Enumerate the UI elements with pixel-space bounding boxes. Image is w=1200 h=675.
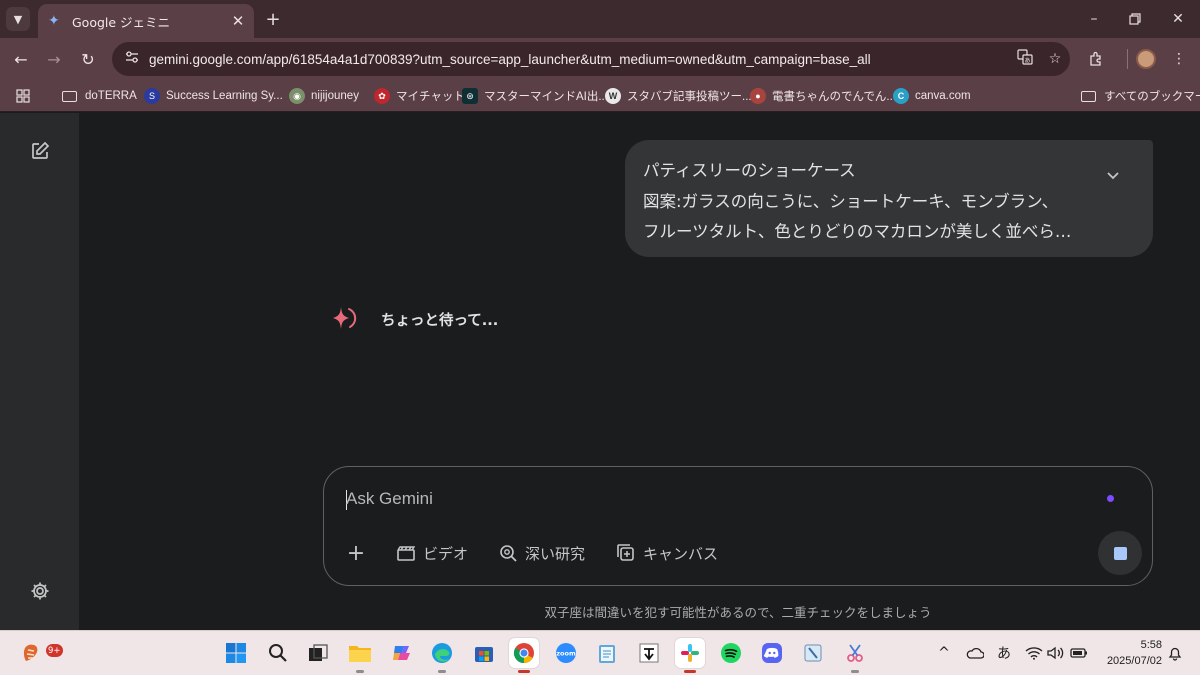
new-tab-button[interactable]: +	[262, 8, 284, 30]
toolbar-separator	[1127, 49, 1128, 69]
battery-icon[interactable]	[1069, 643, 1089, 663]
gemini-app: パティスリーのショーケース 図案:ガラスの向こうに、ショートケーキ、モンブラン、…	[0, 113, 1200, 630]
mic-status-dot	[1107, 495, 1114, 502]
search-icon[interactable]	[263, 638, 293, 668]
task-view-icon[interactable]	[303, 638, 333, 668]
bookmark-denden[interactable]: ● 電書ちゃんのでんでん...	[750, 86, 896, 106]
snipping-tool-icon[interactable]	[840, 638, 870, 673]
gemini-sparkle-icon: ✦	[48, 13, 60, 29]
bookmark-canva[interactable]: Ccanva.com	[893, 86, 971, 106]
denden-icon: ●	[750, 88, 766, 104]
bookmark-nijijouney[interactable]: ◉ nijijouney	[289, 86, 359, 106]
spotify-icon[interactable]	[716, 638, 746, 668]
url-text[interactable]: gemini.google.com/app/61854a4a1d700839?u…	[149, 52, 1010, 67]
bookmark-mastermind[interactable]: ⊛ マスターマインドAI出...	[462, 86, 608, 106]
clock-time: 5:58	[1140, 639, 1162, 651]
mychat-icon: ✿	[374, 88, 390, 104]
more-menu-icon[interactable]: ⋮	[1167, 47, 1191, 71]
tab-strip: ▼ ✦ Google ジェミニ ✕ + – ✕	[0, 0, 1200, 38]
add-file-plus-icon[interactable]: +	[344, 541, 368, 566]
mastermind-icon: ⊛	[462, 88, 478, 104]
disclaimer-text: 双子座は間違いを犯す可能性があるので、二重チェックをしましょう	[544, 605, 932, 620]
bookmarks-bar: doTERRA S Success Learning Sy... ◉ nijijou…	[0, 80, 1200, 112]
tab-title: Google ジェミニ	[72, 14, 171, 30]
notification-badge: 9+	[46, 644, 63, 657]
close-tab-icon[interactable]: ✕	[230, 12, 246, 30]
apps-grid-icon[interactable]	[16, 86, 30, 106]
star-bookmark-icon[interactable]: ☆	[1040, 51, 1070, 67]
folder-icon	[62, 90, 77, 102]
response-status-text: ちょっと待って...	[381, 313, 499, 329]
deep-research-icon	[498, 544, 518, 562]
app-icon-publisher[interactable]	[634, 638, 664, 668]
tool-video-chip[interactable]: ビデオ	[396, 541, 468, 565]
user-message-line: フルーツタルト、色とりどりのマカロンが美しく並べら…	[643, 222, 1072, 241]
edge-icon[interactable]	[427, 638, 457, 673]
chevron-down-icon: ▼	[13, 12, 23, 26]
settings-gear-icon[interactable]	[26, 577, 54, 605]
volume-icon[interactable]	[1046, 643, 1066, 663]
zoom-icon[interactable]: zoom	[551, 638, 581, 668]
reload-icon[interactable]: ↻	[76, 47, 100, 71]
site-info-icon[interactable]	[118, 51, 146, 67]
onedrive-icon[interactable]	[965, 643, 985, 663]
minimize-icon[interactable]: –	[1082, 8, 1106, 30]
windows-start-icon[interactable]	[221, 638, 251, 668]
ime-indicator[interactable]: あ	[994, 643, 1014, 663]
new-chat-edit-icon[interactable]	[26, 137, 54, 165]
svg-text:zoom: zoom	[556, 650, 576, 658]
canvas-icon	[616, 544, 636, 562]
wordpress-icon: W	[605, 88, 621, 104]
discord-icon[interactable]	[757, 638, 787, 668]
stop-generation-button[interactable]	[1098, 531, 1142, 575]
tab-gemini[interactable]: ✦ Google ジェミニ ✕	[38, 4, 254, 38]
browser-toolbar: ← → ↻ gemini.google.com/app/61854a4a1d70…	[0, 38, 1200, 80]
microsoft-store-icon[interactable]	[469, 638, 499, 668]
folder-icon	[1081, 90, 1096, 102]
notepad-icon[interactable]	[592, 638, 622, 668]
show-hidden-icons-chevron-icon[interactable]: ^	[936, 643, 952, 663]
sidebar	[0, 113, 79, 630]
prompt-composer: Ask Gemini + ビデオ 深い研究 キャンバス	[323, 466, 1153, 586]
address-bar[interactable]: gemini.google.com/app/61854a4a1d700839?u…	[112, 42, 1070, 76]
stop-square-icon	[1113, 546, 1127, 560]
taskbar: 9+ zoom ^ あ 5:58 2025/07/02	[0, 630, 1200, 675]
file-explorer-icon[interactable]	[345, 638, 375, 673]
all-bookmarks[interactable]: すべてのブックマーク	[1081, 86, 1200, 106]
prompt-input[interactable]: Ask Gemini	[346, 489, 1046, 509]
gemini-loading-sparkle-icon	[333, 307, 357, 329]
widgets-icon[interactable]: 9+	[16, 638, 63, 668]
translate-icon[interactable]: あ	[1010, 49, 1040, 69]
wifi-icon[interactable]	[1024, 643, 1044, 663]
back-arrow-icon[interactable]: ←	[9, 47, 33, 71]
tab-search-button[interactable]: ▼	[6, 7, 30, 31]
bookmark-mychat[interactable]: ✿ マイチャット	[374, 86, 465, 106]
copilot-icon[interactable]	[387, 638, 417, 668]
slack-icon[interactable]	[675, 638, 705, 673]
chrome-icon[interactable]	[509, 638, 539, 673]
canva-icon: C	[893, 88, 909, 104]
video-icon	[396, 544, 416, 562]
bookmark-success-learning[interactable]: S Success Learning Sy...	[144, 86, 283, 106]
extensions-icon[interactable]	[1084, 47, 1108, 71]
restore-icon[interactable]	[1123, 8, 1147, 30]
tool-canvas-chip[interactable]: キャンバス	[616, 541, 718, 565]
user-message-line: 図案:ガラスの向こうに、ショートケーキ、モンブラン、	[643, 191, 1059, 211]
user-message-bubble: パティスリーのショーケース 図案:ガラスの向こうに、ショートケーキ、モンブラン、…	[625, 140, 1153, 257]
svg-text:あ: あ	[1024, 58, 1030, 65]
system-clock[interactable]: 5:58 2025/07/02	[1098, 637, 1162, 669]
close-window-icon[interactable]: ✕	[1166, 8, 1190, 30]
bookmark-wordpress-tool[interactable]: W スタバブ記事投稿ツー...	[605, 86, 752, 106]
profile-avatar[interactable]	[1136, 49, 1156, 69]
tool-deep-research-chip[interactable]: 深い研究	[498, 541, 585, 565]
bookmark-doterra[interactable]: doTERRA	[62, 86, 137, 106]
user-message-line: パティスリーのショーケース	[643, 161, 856, 180]
forward-arrow-icon[interactable]: →	[42, 47, 66, 71]
niji-icon: ◉	[289, 88, 305, 104]
notification-bell-icon[interactable]	[1166, 643, 1184, 663]
s-logo-icon: S	[144, 88, 160, 104]
expand-message-chevron-icon[interactable]	[1101, 164, 1125, 188]
clock-date: 2025/07/02	[1106, 655, 1162, 667]
app-icon-notebook[interactable]	[798, 638, 828, 668]
